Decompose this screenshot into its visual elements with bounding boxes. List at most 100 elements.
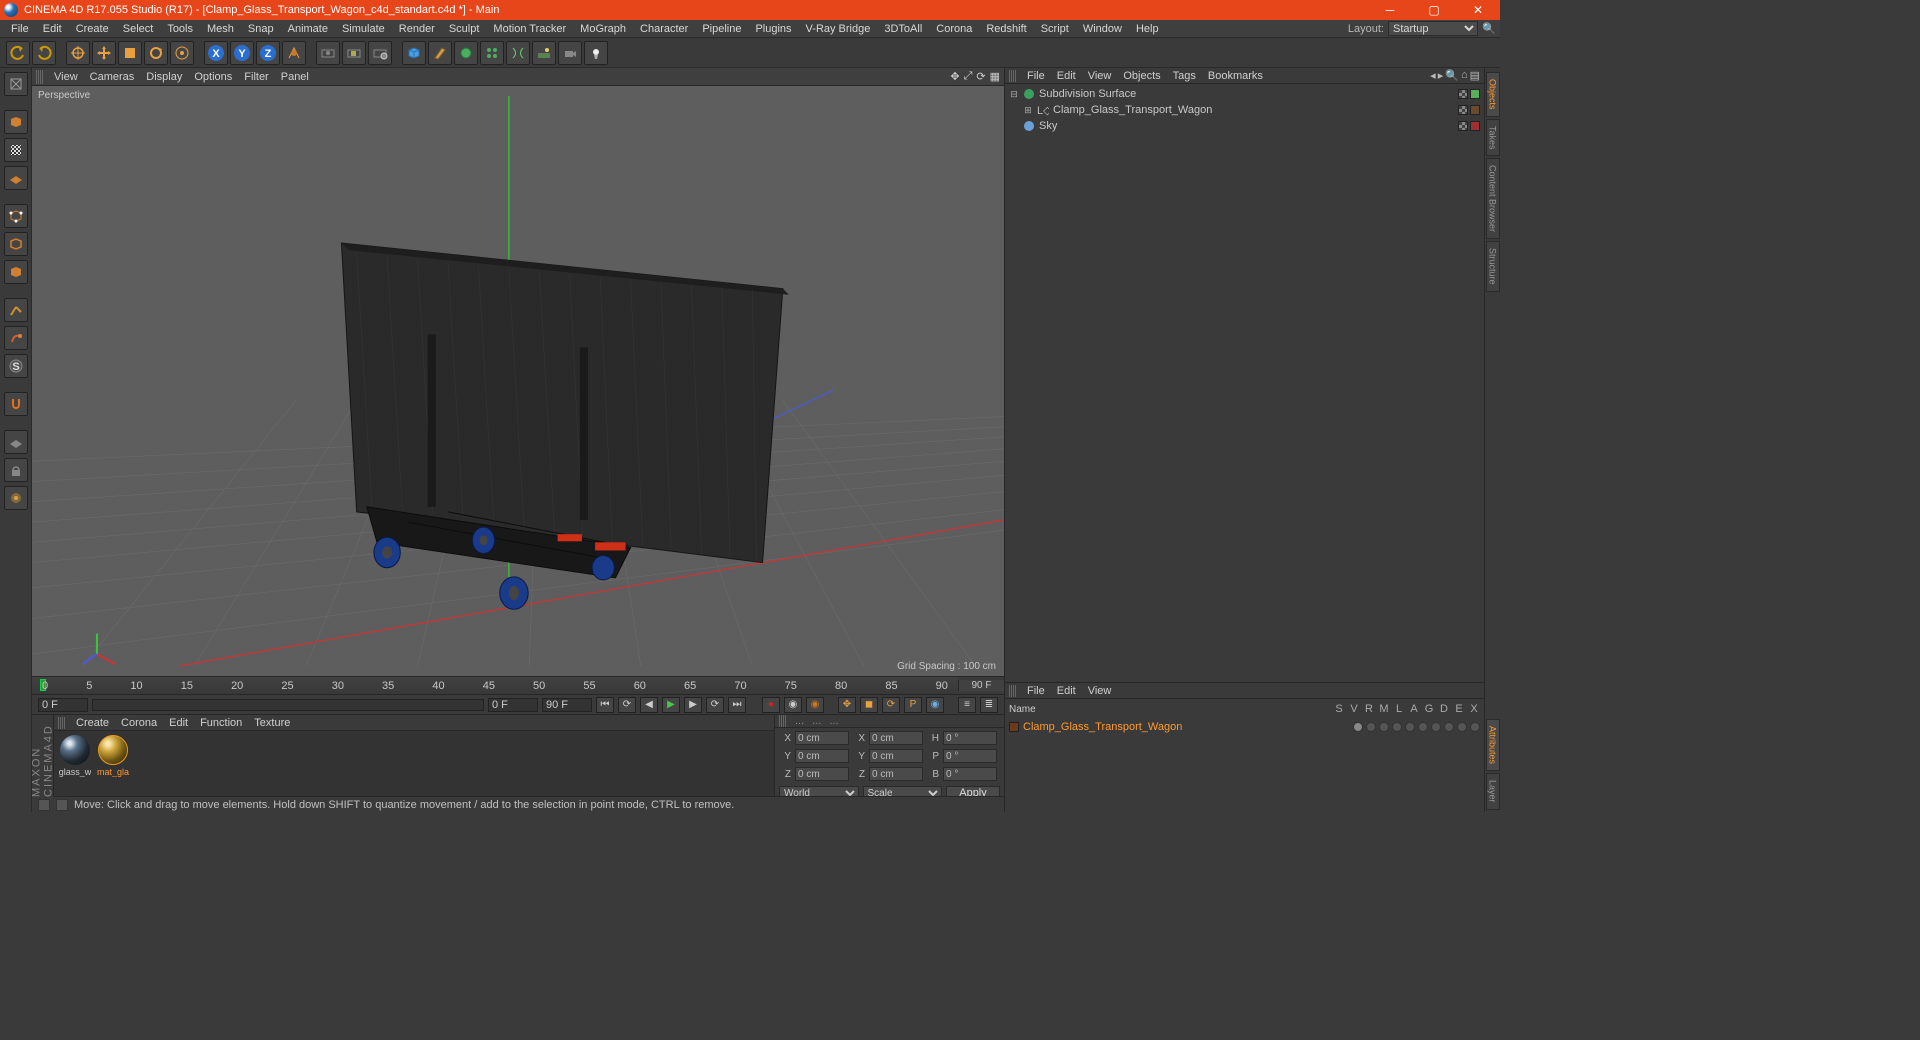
object-row[interactable]: ⊟Subdivision Surface	[1005, 86, 1484, 102]
attr-menu-view[interactable]: View	[1082, 685, 1118, 697]
key-pos-toggle[interactable]: ✥	[838, 697, 856, 713]
tag-vis[interactable]	[1470, 89, 1480, 99]
pen-tool[interactable]	[428, 41, 452, 65]
grip-icon[interactable]	[779, 715, 787, 727]
expand-icon[interactable]: ⊞	[1023, 105, 1033, 116]
coord-size-x[interactable]	[869, 731, 923, 745]
materials-menu-corona[interactable]: Corona	[115, 717, 163, 729]
menu-mesh[interactable]: Mesh	[200, 23, 241, 35]
menu-sculpt[interactable]: Sculpt	[442, 23, 487, 35]
goto-start-button[interactable]: ⏮	[596, 697, 614, 713]
coord-size-z[interactable]	[869, 767, 923, 781]
menu-edit[interactable]: Edit	[36, 23, 69, 35]
rotate-tool[interactable]	[144, 41, 168, 65]
attr-col-m[interactable]: M	[1378, 703, 1390, 715]
tag-mat[interactable]	[1470, 105, 1480, 115]
viewport-menu-display[interactable]: Display	[140, 71, 188, 83]
menu-script[interactable]: Script	[1034, 23, 1076, 35]
keyframe-button[interactable]: ◉	[806, 697, 824, 713]
attr-col-x[interactable]: X	[1468, 703, 1480, 715]
model-mode[interactable]	[4, 110, 28, 134]
record-button[interactable]: ●	[762, 697, 780, 713]
objmgr-menu-tags[interactable]: Tags	[1167, 70, 1202, 82]
y-axis-toggle[interactable]: Y	[230, 41, 254, 65]
viewport-layout-icon[interactable]: ▦	[990, 70, 1000, 83]
menu-3dtoall[interactable]: 3DToAll	[877, 23, 929, 35]
materials-menu-texture[interactable]: Texture	[248, 717, 296, 729]
viewport-menu-options[interactable]: Options	[188, 71, 238, 83]
objmgr-menu-objects[interactable]: Objects	[1117, 70, 1166, 82]
edges-mode[interactable]	[4, 232, 28, 256]
z-axis-toggle[interactable]: Z	[256, 41, 280, 65]
x-axis-toggle[interactable]: X	[204, 41, 228, 65]
viewport-menu-filter[interactable]: Filter	[238, 71, 274, 83]
nav-back-icon[interactable]: ◂	[1430, 69, 1436, 82]
search-icon[interactable]: 🔍	[1482, 22, 1496, 36]
goto-end-button[interactable]: ⏭	[728, 697, 746, 713]
home-icon[interactable]: ⌂	[1461, 69, 1468, 82]
objmgr-menu-bookmarks[interactable]: Bookmarks	[1202, 70, 1269, 82]
dock-tab-objects[interactable]: Objects	[1486, 72, 1500, 117]
axis-tool[interactable]	[4, 298, 28, 322]
lock-toggle[interactable]	[4, 458, 28, 482]
snap-toggle[interactable]	[4, 392, 28, 416]
points-mode[interactable]	[4, 204, 28, 228]
materials-menu-create[interactable]: Create	[70, 717, 115, 729]
search-icon[interactable]: 🔍	[1445, 69, 1459, 82]
collapse-icon[interactable]: ⊟	[1009, 89, 1019, 100]
workplane-mode[interactable]	[4, 166, 28, 190]
render-region-button[interactable]	[342, 41, 366, 65]
key-param-toggle[interactable]: P	[904, 697, 922, 713]
coord-pos-x[interactable]	[795, 731, 849, 745]
tag-checker[interactable]	[1458, 105, 1468, 115]
key-pla-toggle[interactable]: ◉	[926, 697, 944, 713]
cube-primitive[interactable]	[402, 41, 426, 65]
attr-col-e[interactable]: E	[1453, 703, 1465, 715]
attr-col-l[interactable]: L	[1393, 703, 1405, 715]
menu-plugins[interactable]: Plugins	[748, 23, 798, 35]
menu-pipeline[interactable]: Pipeline	[695, 23, 748, 35]
key-rot-toggle[interactable]: ⟳	[882, 697, 900, 713]
menu-tools[interactable]: Tools	[160, 23, 200, 35]
recent-tool[interactable]	[170, 41, 194, 65]
tag-red[interactable]	[1470, 121, 1480, 131]
menu-simulate[interactable]: Simulate	[335, 23, 392, 35]
frame-start-field[interactable]: 0 F	[38, 698, 88, 712]
timeline-ruler[interactable]: 051015202530354045505560657075808590 90 …	[32, 676, 1004, 694]
materials-menu-edit[interactable]: Edit	[163, 717, 194, 729]
viewport-menu-cameras[interactable]: Cameras	[84, 71, 141, 83]
key-scale-toggle[interactable]: ◼	[860, 697, 878, 713]
camera-tool[interactable]	[558, 41, 582, 65]
maximize-button[interactable]: ▢	[1412, 0, 1456, 20]
make-editable-button[interactable]	[4, 72, 28, 96]
coord-pos-y[interactable]	[795, 749, 849, 763]
object-row[interactable]: ⊞L◇Clamp_Glass_Transport_Wagon	[1005, 102, 1484, 118]
dock-tab-takes[interactable]: Takes	[1486, 119, 1500, 157]
snap-settings[interactable]: S	[4, 354, 28, 378]
coord-size-y[interactable]	[869, 749, 923, 763]
menu-v-ray-bridge[interactable]: V-Ray Bridge	[799, 23, 878, 35]
attr-col-g[interactable]: G	[1423, 703, 1435, 715]
menu-animate[interactable]: Animate	[281, 23, 335, 35]
attr-col-r[interactable]: R	[1363, 703, 1375, 715]
loop-button[interactable]: ⟳	[618, 697, 636, 713]
attr-col-a[interactable]: A	[1408, 703, 1420, 715]
viewport-menu-panel[interactable]: Panel	[275, 71, 315, 83]
select-tool[interactable]	[66, 41, 90, 65]
undo-button[interactable]	[6, 41, 30, 65]
frame-end-field[interactable]: 90 F	[542, 698, 592, 712]
viewport-nav-rotate-icon[interactable]: ⟳	[976, 70, 985, 83]
nav-fwd-icon[interactable]: ▸	[1438, 69, 1444, 82]
nurbs-tool[interactable]	[454, 41, 478, 65]
timeline-dope-button[interactable]: ≡	[958, 697, 976, 713]
autokey-button[interactable]: ◉	[784, 697, 802, 713]
dock-tab-attributes[interactable]: Attributes	[1486, 719, 1500, 771]
viewport-nav-zoom-icon[interactable]: ⤢	[964, 70, 973, 83]
menu-help[interactable]: Help	[1129, 23, 1166, 35]
menu-character[interactable]: Character	[633, 23, 695, 35]
coord-pos-z[interactable]	[795, 767, 849, 781]
perspective-viewport[interactable]: Perspective Grid Spacing : 100 cm	[32, 86, 1004, 676]
grip-icon[interactable]	[1009, 70, 1017, 82]
tag-checker[interactable]	[1458, 89, 1468, 99]
soft-select[interactable]	[4, 486, 28, 510]
